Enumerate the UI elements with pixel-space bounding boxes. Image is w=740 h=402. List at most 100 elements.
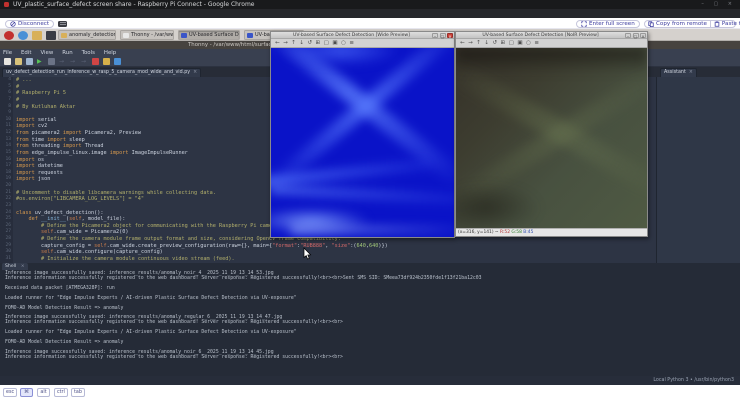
- disconnect-label: Disconnect: [18, 21, 49, 27]
- terminal-icon[interactable]: [46, 31, 56, 40]
- noir-preview-title: UV-based Surface Defect Detection [NoIR …: [456, 32, 625, 39]
- assistant-tab-label: Assistant: [664, 70, 686, 75]
- pan-left-icon[interactable]: ←: [275, 39, 280, 48]
- step-out-button[interactable]: →: [81, 58, 88, 65]
- disconnect-button[interactable]: Disconnect: [5, 20, 54, 28]
- pan-left-icon[interactable]: ←: [460, 39, 465, 48]
- line-number: 23: [0, 203, 11, 210]
- noir-camera-feed: [456, 48, 647, 228]
- virtual-key-cmd[interactable]: ⌘: [20, 388, 33, 397]
- reset-zoom-icon[interactable]: ↺: [492, 39, 497, 48]
- pixel-green-value: G:58: [511, 230, 523, 235]
- paste-to-remote-button[interactable]: Paste to remote: [710, 21, 740, 27]
- wide-preview-titlebar[interactable]: UV-based Surface Defect Detection [Wide …: [271, 32, 454, 39]
- pan-right-icon[interactable]: →: [283, 39, 288, 48]
- maximize-button[interactable]: ▢: [633, 33, 639, 39]
- step-into-button[interactable]: →: [70, 58, 77, 65]
- pan-up-icon[interactable]: ↑: [476, 39, 481, 48]
- enter-full-screen-button[interactable]: Enter full screen: [576, 20, 640, 28]
- fullscreen-icon: [581, 21, 587, 27]
- shell-pane[interactable]: Shell × Inference image successfully sav…: [0, 263, 740, 376]
- menu-view[interactable]: View: [40, 49, 53, 57]
- save-image-icon[interactable]: ○: [526, 39, 531, 48]
- zoom-out-icon[interactable]: ▢: [324, 39, 329, 48]
- debug-script-button[interactable]: [48, 58, 55, 65]
- zoom-in-icon[interactable]: ▣: [517, 39, 522, 48]
- browser-window-title: UV_plastic_surface_defect screen share -…: [13, 0, 254, 9]
- save-file-button[interactable]: [26, 58, 33, 65]
- properties-icon[interactable]: ≡: [349, 39, 354, 48]
- menu-edit[interactable]: Edit: [21, 49, 31, 57]
- pan-down-icon[interactable]: ↓: [484, 39, 489, 48]
- menu-run[interactable]: Run: [62, 49, 72, 57]
- copy-from-remote-button[interactable]: Copy from remote: [645, 21, 710, 27]
- open-file-button[interactable]: [15, 58, 22, 65]
- file-manager-icon[interactable]: [32, 31, 42, 40]
- browser-urlbar[interactable]: connect.raspberrypi.com/ab-nsq/fd90af19-…: [0, 9, 740, 18]
- tab-shell[interactable]: Shell ×: [2, 263, 28, 270]
- line-number: 30: [0, 249, 11, 256]
- preview-icon: [247, 33, 253, 38]
- tab-assistant[interactable]: Assistant×: [660, 68, 697, 77]
- line-number: 28: [0, 236, 11, 243]
- raspberry-pi-favicon-icon: [4, 2, 9, 7]
- reset-zoom-icon[interactable]: ↺: [307, 39, 312, 48]
- pixel-readout-statusbar: (x=316, y=141) ~ R:52 G:58 B:45: [456, 228, 647, 236]
- menu-help[interactable]: Help: [104, 49, 116, 57]
- wide-preview-window: UV-based Surface Defect Detection [Wide …: [270, 31, 455, 238]
- step-over-button[interactable]: →: [59, 58, 66, 65]
- maximize-button[interactable]: ▢: [440, 33, 446, 39]
- line-number: 6: [0, 90, 11, 97]
- pan-up-icon[interactable]: ↑: [291, 39, 296, 48]
- taskbar-window-preview[interactable]: UV-based Surface De...: [178, 30, 240, 40]
- noir-preview-toolbar: ←→↑↓↺ ⊞▢▣ ○≡: [456, 39, 647, 48]
- properties-icon[interactable]: ≡: [534, 39, 539, 48]
- zoom-out-icon[interactable]: ▢: [509, 39, 514, 48]
- menu-file[interactable]: File: [3, 49, 12, 57]
- minimize-button[interactable]: –: [625, 33, 631, 39]
- noir-preview-window: UV-based Surface Defect Detection [NoIR …: [455, 31, 648, 237]
- window-controls[interactable]: – ▢ ×: [701, 0, 736, 9]
- chromium-icon[interactable]: [18, 31, 28, 40]
- pan-down-icon[interactable]: ↓: [299, 39, 304, 48]
- close-button[interactable]: ×: [640, 33, 646, 39]
- pan-right-icon[interactable]: →: [468, 39, 473, 48]
- copy-icon: [648, 21, 654, 27]
- tab-close-icon[interactable]: ×: [21, 264, 25, 269]
- run-script-button[interactable]: ▶: [37, 58, 44, 65]
- keyboard-toggle-icon[interactable]: [58, 21, 67, 28]
- tab-close-icon[interactable]: ×: [193, 70, 197, 75]
- close-button[interactable]: ×: [447, 33, 453, 39]
- taskbar-window-thonny[interactable]: Thonny - /var/ww...: [120, 30, 174, 40]
- line-number: 17: [0, 163, 11, 170]
- dashboard-button[interactable]: [103, 58, 110, 65]
- stop-script-button[interactable]: [92, 58, 99, 65]
- edge-impulse-button[interactable]: [114, 58, 121, 65]
- save-image-icon[interactable]: ○: [341, 39, 346, 48]
- taskbar-window-folder[interactable]: anomaly_detection: [58, 30, 116, 40]
- virtual-key-tab[interactable]: tab: [71, 388, 85, 397]
- tab-editor-file[interactable]: uv_defect_detection_run_inference_w_rasp…: [2, 68, 201, 77]
- line-number: 31: [0, 256, 11, 263]
- pixel-coords: (x=316, y=141) ~: [458, 230, 500, 235]
- thonny-icon: [123, 33, 129, 38]
- new-file-button[interactable]: [4, 58, 11, 65]
- line-number: 12: [0, 130, 11, 137]
- zoom-grid-icon[interactable]: ⊞: [501, 39, 506, 48]
- virtual-key-bar: esc⌘ altctrltab: [0, 385, 740, 402]
- taskbar-window-label: Thonny - /var/ww...: [131, 31, 174, 39]
- zoom-grid-icon[interactable]: ⊞: [316, 39, 321, 48]
- raspberry-menu-icon[interactable]: [4, 31, 14, 40]
- virtual-key-ctrl[interactable]: ctrl: [54, 388, 68, 397]
- menu-tools[interactable]: Tools: [82, 49, 95, 57]
- minimize-button[interactable]: –: [432, 33, 438, 39]
- fullscreen-label: Enter full screen: [589, 21, 635, 27]
- wide-camera-feed: [271, 48, 454, 237]
- line-number: 4: [0, 77, 11, 84]
- virtual-key-alt[interactable]: alt: [37, 388, 50, 397]
- noir-preview-titlebar[interactable]: UV-based Surface Defect Detection [NoIR …: [456, 32, 647, 39]
- zoom-in-icon[interactable]: ▣: [332, 39, 337, 48]
- virtual-key-esc[interactable]: esc: [3, 388, 17, 397]
- interpreter-status[interactable]: Local Python 3 • /usr/bin/python3: [653, 376, 734, 385]
- tab-close-icon[interactable]: ×: [689, 70, 693, 75]
